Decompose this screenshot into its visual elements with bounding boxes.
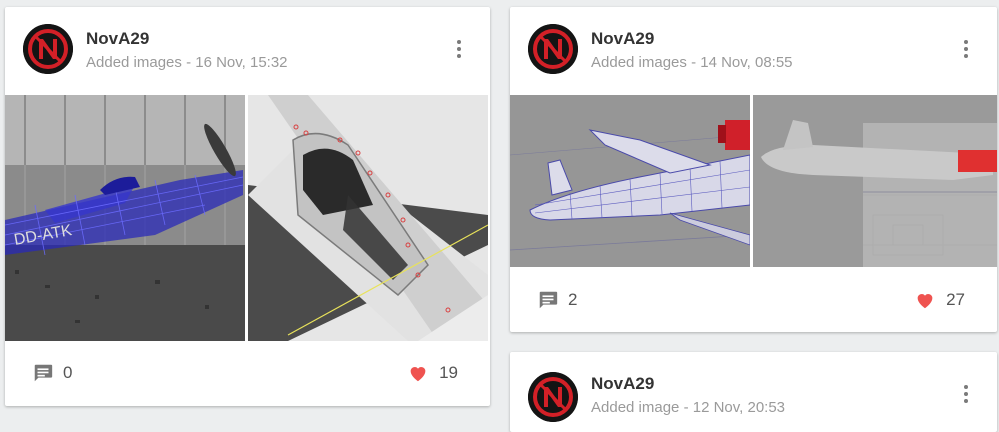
post-author[interactable]: NovA29 [591,374,654,394]
heart-icon [914,289,936,311]
more-vertical-icon[interactable] [455,40,463,62]
post-image[interactable]: DD-ATK [5,95,245,341]
nova-logo-icon[interactable] [528,372,578,422]
more-vertical-icon[interactable] [962,385,970,407]
like-count: 27 [946,290,965,309]
post-image[interactable] [753,95,997,267]
post-image[interactable] [248,95,488,341]
comment-count: 0 [63,363,73,382]
post-author[interactable]: NovA29 [591,29,654,49]
like-count: 19 [439,363,458,382]
like-button[interactable]: 27 [914,289,965,311]
nova-logo-icon[interactable] [528,24,578,74]
post-subtitle: Added images - 14 Nov, 08:55 [591,54,793,71]
post-author[interactable]: NovA29 [86,29,149,49]
post-card: NovA29 Added image - 12 Nov, 20:53 [510,352,997,432]
post-subtitle: Added images - 16 Nov, 15:32 [86,54,288,71]
heart-icon [407,362,429,384]
comment-icon [32,362,54,384]
comments-button[interactable]: 0 [32,362,72,384]
post-images [510,95,997,267]
like-button[interactable]: 19 [407,362,458,384]
comments-button[interactable]: 2 [537,289,577,311]
post-image[interactable] [510,95,750,267]
post-images: DD-ATK [5,95,488,341]
post-subtitle: Added image - 12 Nov, 20:53 [591,399,786,416]
nova-logo-icon[interactable] [23,24,73,74]
more-vertical-icon[interactable] [962,40,970,62]
post-card: NovA29 Added images - 14 Nov, 08:55 2 27 [510,7,997,332]
post-card: NovA29 Added images - 16 Nov, 15:32 DD-A… [5,7,490,406]
comment-icon [537,289,559,311]
comment-count: 2 [568,290,578,309]
